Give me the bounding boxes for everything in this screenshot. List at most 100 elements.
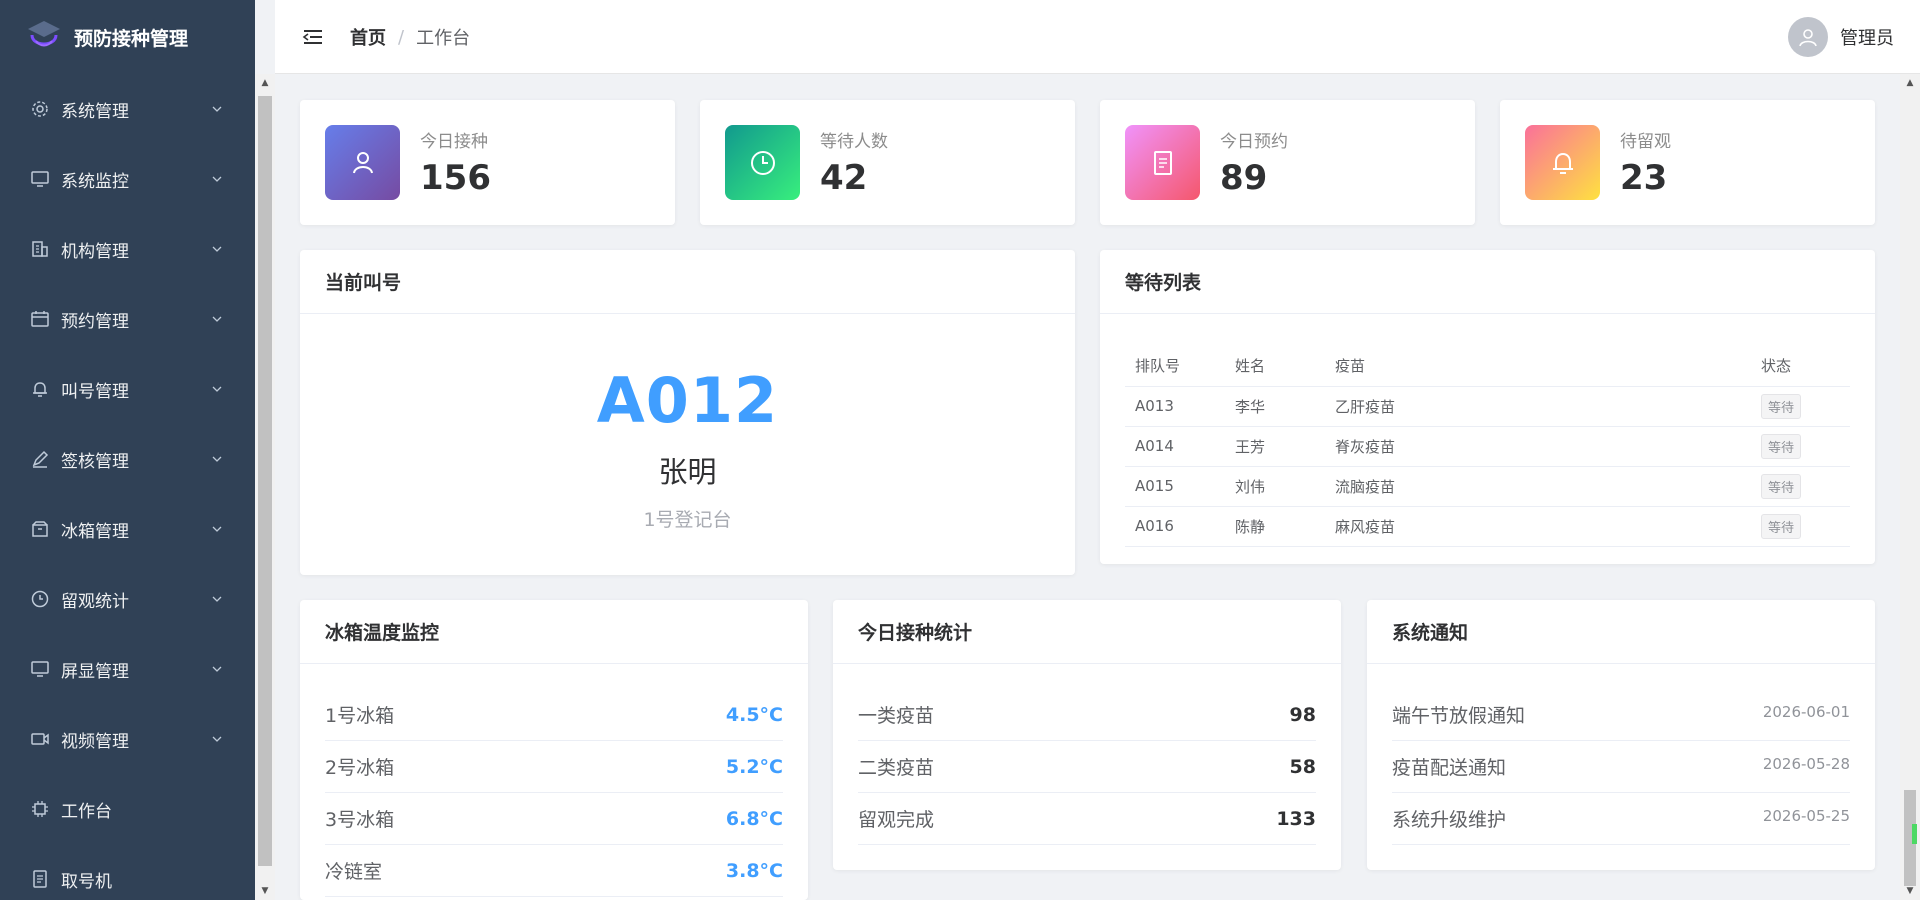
page-scrollbar[interactable]: ▲ ▼ xyxy=(1900,74,1920,900)
chevron-down-icon xyxy=(212,736,222,742)
sidebar: 预防接种管理 系统管理 系统监控 机构管理 预约管理 叫号管理 签核管理 冰箱管… xyxy=(0,0,255,900)
list-item: 一类疫苗 98 xyxy=(858,689,1316,741)
vaccine-name: 麻风疫苗 xyxy=(1325,506,1751,547)
stat-item-value: 133 xyxy=(1276,807,1316,830)
monitor-icon xyxy=(31,171,49,187)
gear-icon xyxy=(32,101,48,117)
sidebar-scrollbar[interactable]: ▲ ▼ xyxy=(255,74,275,900)
queue-number: A016 xyxy=(1125,506,1225,547)
notice-title[interactable]: 疫苗配送通知 xyxy=(1392,753,1506,780)
user-name[interactable]: 管理员 xyxy=(1840,24,1894,50)
stat-card-waiting: 等待人数 42 xyxy=(700,100,1075,225)
sidebar-item-label: 叫号管理 xyxy=(61,381,129,402)
bell-icon xyxy=(33,382,47,397)
sidebar-item-label: 视频管理 xyxy=(61,731,129,752)
sidebar-item-label: 签核管理 xyxy=(61,451,129,472)
patient-name: 李华 xyxy=(1225,386,1325,427)
fridge-name: 3号冰箱 xyxy=(325,809,395,831)
notice-title[interactable]: 端午节放假通知 xyxy=(1392,701,1525,728)
chevron-down-icon xyxy=(212,316,222,322)
app-logo[interactable]: 预防接种管理 xyxy=(0,0,255,74)
building-icon xyxy=(32,241,48,257)
sidebar-item-label: 屏显管理 xyxy=(61,661,129,682)
chevron-down-icon xyxy=(212,386,222,392)
avatar[interactable] xyxy=(1788,17,1828,57)
scroll-indicator xyxy=(1912,824,1917,844)
fridge-name: 冷链室 xyxy=(325,861,383,883)
calling-desk: 1号登记台 xyxy=(643,509,732,531)
table-row[interactable]: A015 刘伟 流脑疫苗 等待 xyxy=(1125,466,1850,507)
stat-label: 今日预约 xyxy=(1220,132,1288,152)
chevron-down-icon xyxy=(212,176,222,182)
queue-number: A013 xyxy=(1125,386,1225,427)
sidebar-item-workbench[interactable]: 工作台 xyxy=(0,774,255,844)
sidebar-item-screen[interactable]: 屏显管理 xyxy=(0,634,255,704)
list-item[interactable]: 疫苗配送通知 2026-05-28 xyxy=(1392,741,1850,793)
user-menu[interactable]: 管理员 xyxy=(1788,17,1894,57)
table-row[interactable]: A016 陈静 麻风疫苗 等待 xyxy=(1125,506,1850,547)
notice-date: 2026-06-01 xyxy=(1762,703,1850,721)
status-badge: 等待 xyxy=(1761,473,1802,499)
calling-name: 张明 xyxy=(658,455,717,489)
status-badge: 等待 xyxy=(1761,513,1802,539)
stat-icon-wrap xyxy=(1125,125,1200,200)
sidebar-item-org[interactable]: 机构管理 xyxy=(0,214,255,284)
sidebar-item-fridge[interactable]: 冰箱管理 xyxy=(0,494,255,564)
breadcrumb-home[interactable]: 首页 xyxy=(350,24,386,50)
chevron-down-icon xyxy=(212,246,222,252)
stat-value: 156 xyxy=(420,158,491,198)
sidebar-item-monitor[interactable]: 系统监控 xyxy=(0,144,255,214)
document-icon xyxy=(1153,150,1172,175)
card-title: 今日接种统计 xyxy=(833,600,1341,664)
stat-value: 42 xyxy=(820,158,868,198)
chevron-down-icon xyxy=(212,596,222,602)
sidebar-item-calling[interactable]: 叫号管理 xyxy=(0,354,255,424)
list-item[interactable]: 端午节放假通知 2026-06-01 xyxy=(1392,689,1850,741)
sidebar-item-signoff[interactable]: 签核管理 xyxy=(0,424,255,494)
table-header-row: 排队号 姓名 疫苗 状态 xyxy=(1125,346,1850,387)
sidebar-item-ticket[interactable]: 取号机 xyxy=(0,844,255,900)
notice-title[interactable]: 系统升级维护 xyxy=(1392,805,1506,832)
fridge-name: 1号冰箱 xyxy=(325,705,395,727)
today-vaccination-stats-card: 今日接种统计 一类疫苗 98 二类疫苗 58 留观完成 133 xyxy=(833,600,1341,870)
scroll-up-icon[interactable]: ▲ xyxy=(1905,78,1915,88)
sidebar-item-system[interactable]: 系统管理 xyxy=(0,74,255,144)
patient-name: 刘伟 xyxy=(1225,466,1325,507)
app-title: 预防接种管理 xyxy=(74,27,189,50)
sidebar-item-label: 系统监控 xyxy=(61,171,129,192)
sidebar-item-label: 预约管理 xyxy=(61,311,129,332)
sidebar-item-video[interactable]: 视频管理 xyxy=(0,704,255,774)
menu-toggle-icon[interactable] xyxy=(302,27,324,47)
breadcrumb-current: 工作台 xyxy=(416,28,471,49)
breadcrumb-separator: / xyxy=(398,26,405,48)
table-row[interactable]: A014 王芳 脊灰疫苗 等待 xyxy=(1125,426,1850,467)
scrollbar-thumb[interactable] xyxy=(258,96,272,866)
clock-icon xyxy=(31,590,49,608)
queue-number: A014 xyxy=(1125,426,1225,467)
logo-icon xyxy=(28,21,60,47)
sidebar-item-observation[interactable]: 留观统计 xyxy=(0,564,255,634)
stat-value: 23 xyxy=(1620,158,1668,198)
stat-item-value: 58 xyxy=(1289,755,1316,778)
status-badge: 等待 xyxy=(1761,393,1802,419)
fridge-name: 2号冰箱 xyxy=(325,757,395,779)
table-row[interactable]: A013 李华 乙肝疫苗 等待 xyxy=(1125,386,1850,427)
vaccine-name: 乙肝疫苗 xyxy=(1325,386,1751,427)
list-item: 2号冰箱 5.2°C xyxy=(325,741,783,793)
card-title: 等待列表 xyxy=(1100,250,1875,314)
scroll-down-icon[interactable]: ▼ xyxy=(1905,886,1915,896)
sidebar-item-label: 工作台 xyxy=(61,801,112,822)
list-item[interactable]: 系统升级维护 2026-05-25 xyxy=(1392,793,1850,845)
card-title: 冰箱温度监控 xyxy=(300,600,808,664)
queue-number: A015 xyxy=(1125,466,1225,507)
card-title: 当前叫号 xyxy=(300,250,1075,314)
list-item: 1号冰箱 4.5°C xyxy=(325,689,783,741)
sidebar-item-appointment[interactable]: 预约管理 xyxy=(0,284,255,354)
scroll-up-icon[interactable]: ▲ xyxy=(260,78,270,88)
fridge-temperature: 6.8°C xyxy=(725,807,783,830)
user-icon xyxy=(352,151,373,173)
notice-date: 2026-05-25 xyxy=(1762,807,1850,825)
sidebar-item-label: 机构管理 xyxy=(61,241,129,262)
scroll-down-icon[interactable]: ▼ xyxy=(260,886,270,896)
fridge-temperature: 4.5°C xyxy=(725,703,783,726)
